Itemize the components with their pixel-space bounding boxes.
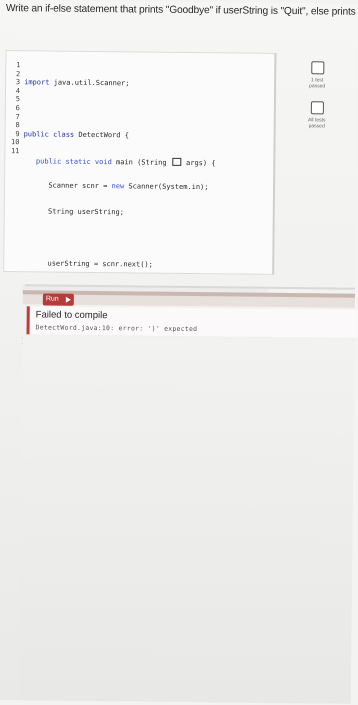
line-number-gutter: 1 2 3 4 5 6 7 8 9 10 11 [5, 61, 20, 156]
line-number: 4 [15, 86, 21, 95]
test-checks: 1 test passed All tests passed [287, 61, 347, 129]
code-line-3: public class DetectWord { [23, 130, 130, 140]
code-line-5: Scanner scnr = new Scanner(System.in); [23, 181, 209, 192]
code-line-6: String userString; [22, 207, 124, 217]
code-line-4: public static void main (String args) { [23, 156, 216, 167]
line-number: 10 [11, 138, 20, 147]
result-detail: DetectWord.java:10: error: ')' expected [35, 323, 198, 334]
play-arrow-icon [65, 296, 71, 303]
line-number: 9 [15, 129, 20, 138]
check-row-1-label: 1 test passed [309, 77, 326, 90]
array-brackets-icon [171, 157, 181, 166]
check-row-1 [287, 61, 347, 77]
line-number: 3 [15, 78, 21, 87]
code-line-1: import java.util.Scanner; [24, 78, 130, 88]
line-number: 8 [15, 121, 20, 130]
line-number: 6 [15, 104, 20, 113]
code-line-8: userString = scnr.next(); [22, 258, 153, 269]
result-panel: Failed to compile DetectWord.java:10: er… [26, 306, 358, 338]
lower-panel [18, 336, 355, 704]
check-row-2 [287, 101, 347, 117]
check-row-2-label: All tests passed [307, 117, 326, 130]
line-number: 5 [15, 95, 21, 104]
line-number: 11 [10, 147, 20, 156]
line-number: 1 [16, 61, 21, 70]
code-editor[interactable]: 1 2 3 4 5 6 7 8 9 10 11 import java.util… [3, 50, 277, 344]
line-number: 2 [15, 69, 21, 78]
result-title: Failed to compile [35, 309, 108, 322]
checkbox-icon[interactable] [310, 101, 324, 115]
prompt-text: Write an if-else statement that prints "… [5, 3, 358, 19]
page: Write an if-else statement that prints "… [0, 0, 358, 704]
run-button[interactable]: Run [42, 293, 74, 306]
checkbox-icon[interactable] [310, 61, 324, 75]
line-number: 7 [15, 112, 20, 121]
